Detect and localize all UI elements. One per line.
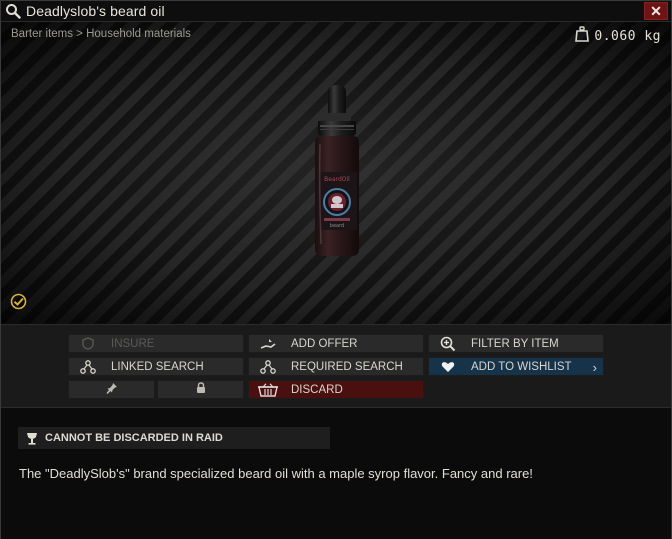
weight-value: 0.060 kg bbox=[594, 29, 661, 44]
pin-button[interactable] bbox=[68, 380, 155, 399]
close-button[interactable]: ✕ bbox=[644, 2, 668, 20]
linked-search-label: LINKED SEARCH bbox=[111, 360, 204, 373]
chevron-right-icon: › bbox=[592, 360, 597, 375]
add-offer-button[interactable]: ADD OFFER bbox=[248, 334, 424, 353]
discard-icon bbox=[257, 382, 279, 397]
breadcrumb[interactable]: Barter items > Household materials bbox=[11, 28, 191, 40]
item-inspect-window: Deadlyslob's beard oil ✕ Barter items > … bbox=[0, 0, 672, 539]
no-discard-icon bbox=[26, 432, 38, 445]
insure-label: INSURE bbox=[111, 337, 155, 350]
item-preview: Barter items > Household materials 0.060… bbox=[1, 22, 671, 324]
add-to-wishlist-button[interactable]: ADD TO WISHLIST › bbox=[428, 357, 604, 376]
beard-oil-bottle-image: BeardOil beard bbox=[315, 85, 359, 256]
svg-text:BeardOil: BeardOil bbox=[324, 176, 350, 183]
item-weight: 0.060 kg bbox=[575, 26, 661, 47]
filter-by-item-label: FILTER BY ITEM bbox=[471, 337, 559, 350]
required-search-button[interactable]: REQUIRED SEARCH bbox=[248, 357, 424, 376]
discard-button[interactable]: DISCARD bbox=[248, 380, 424, 399]
heart-icon bbox=[437, 361, 459, 373]
search-icon bbox=[2, 1, 24, 22]
restriction-label: CANNOT BE DISCARDED IN RAID bbox=[45, 432, 223, 444]
add-offer-label: ADD OFFER bbox=[291, 337, 358, 350]
add-offer-icon bbox=[257, 338, 279, 350]
linked-search-icon bbox=[77, 359, 99, 374]
lock-button[interactable] bbox=[157, 380, 244, 399]
required-search-label: REQUIRED SEARCH bbox=[291, 360, 403, 373]
window-title: Deadlyslob's beard oil bbox=[26, 3, 165, 19]
lock-icon bbox=[196, 382, 206, 397]
svg-text:beard: beard bbox=[330, 223, 344, 229]
magnifier-plus-icon bbox=[437, 336, 459, 352]
shield-icon bbox=[77, 337, 99, 350]
weight-icon bbox=[575, 26, 590, 47]
linked-search-button[interactable]: LINKED SEARCH bbox=[68, 357, 244, 376]
discard-label: DISCARD bbox=[291, 383, 343, 396]
restriction-badge: CANNOT BE DISCARDED IN RAID bbox=[18, 427, 330, 449]
required-search-icon bbox=[257, 359, 279, 374]
pin-icon bbox=[106, 382, 118, 397]
title-bar[interactable]: Deadlyslob's beard oil ✕ bbox=[1, 1, 671, 22]
add-to-wishlist-label: ADD TO WISHLIST bbox=[471, 360, 572, 373]
examined-check-icon bbox=[10, 293, 27, 315]
filter-by-item-button[interactable]: FILTER BY ITEM bbox=[428, 334, 604, 353]
insure-button[interactable]: INSURE bbox=[68, 334, 244, 353]
context-actions: INSURE ADD OFFER FILTER BY ITEM LINKED S… bbox=[1, 324, 671, 408]
item-description: The "DeadlySlob's" brand specialized bea… bbox=[19, 466, 533, 481]
item-info: CANNOT BE DISCARDED IN RAID The "DeadlyS… bbox=[1, 409, 671, 539]
close-icon: ✕ bbox=[650, 2, 662, 19]
